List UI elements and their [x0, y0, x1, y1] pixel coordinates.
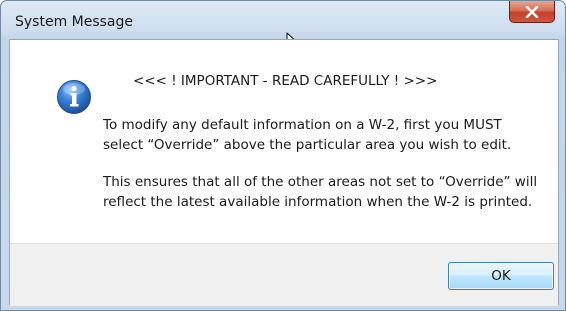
close-icon	[525, 5, 539, 18]
close-button[interactable]	[509, 1, 555, 23]
system-message-dialog: System Message <<< ! IMPORTANT - READ CA…	[0, 0, 566, 311]
window-title: System Message	[15, 14, 134, 30]
message-paragraph-1: To modify any default information on a W…	[103, 117, 512, 153]
info-icon	[56, 79, 92, 115]
message-heading: <<< ! IMPORTANT - READ CAREFULLY ! >>>	[133, 73, 438, 89]
ok-button[interactable]: OK	[448, 262, 554, 290]
message-area: <<< ! IMPORTANT - READ CAREFULLY ! >>> T…	[10, 40, 558, 243]
title-bar[interactable]: System Message	[1, 1, 565, 39]
message-paragraph-2: This ensures that all of the other areas…	[103, 174, 538, 210]
button-bar: OK	[10, 243, 558, 306]
dialog-client-area: <<< ! IMPORTANT - READ CAREFULLY ! >>> T…	[9, 39, 559, 306]
